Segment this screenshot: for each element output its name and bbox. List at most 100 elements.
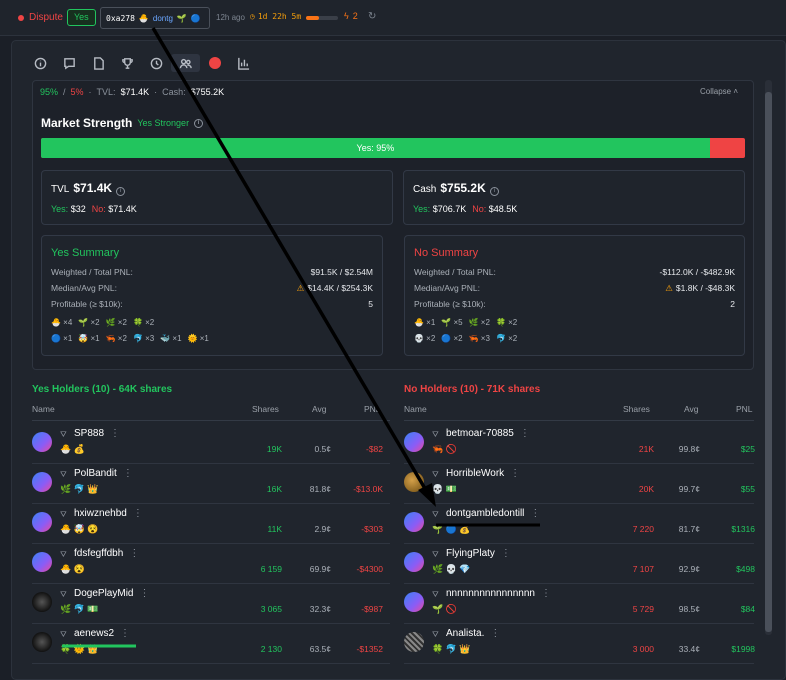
more-icon[interactable]: ⋮ — [139, 588, 149, 599]
info-icon[interactable]: i — [116, 187, 126, 196]
holder-badges: 🐣 😵 — [60, 564, 85, 574]
col-shares[interactable]: Shares — [623, 404, 650, 414]
filter-icon[interactable]: ⛛ — [432, 470, 439, 480]
more-icon[interactable]: ⋮ — [123, 468, 133, 479]
table-row[interactable]: ⛛ HorribleWork ⋮ 💀 💵 20K 99.7¢ $55 — [404, 464, 755, 504]
avatar[interactable] — [32, 592, 52, 612]
filter-icon[interactable]: ⛛ — [432, 630, 439, 640]
holder-name[interactable]: SP888 — [74, 428, 104, 439]
table-row[interactable]: ⛛ aenews2 ⋮ 🍀 🌞 👑 2 130 63.5¢ -$1352 — [32, 624, 390, 664]
proposer-name[interactable]: dontg — [153, 14, 173, 23]
col-name[interactable]: Name — [32, 404, 55, 414]
more-icon[interactable]: ⋮ — [541, 588, 551, 599]
tab-leaderboard[interactable] — [113, 54, 142, 72]
tab-history[interactable] — [142, 54, 171, 72]
filter-icon[interactable]: ⛛ — [432, 510, 439, 520]
scrollbar-thumb[interactable] — [765, 92, 772, 632]
no-summary-card: No Summary Weighted / Total PNL: -$112.0K… — [404, 235, 745, 356]
info-icon — [34, 57, 47, 69]
holder-name[interactable]: PolBandit — [74, 468, 117, 479]
table-row[interactable]: ⛛ hxiwznehbd ⋮ 🐣 🤯 😵 11K 2.9¢ -$303 — [32, 504, 390, 544]
tab-rules[interactable] — [84, 54, 113, 72]
info-icon[interactable]: i — [194, 118, 204, 128]
proposer-chip[interactable]: 0xa278 🐣 dontg 🌱 🔵 — [100, 7, 210, 29]
col-avg[interactable]: Avg — [312, 404, 327, 414]
more-icon[interactable]: ⋮ — [490, 628, 500, 639]
filter-icon[interactable]: ⛛ — [432, 590, 439, 600]
avatar[interactable] — [32, 632, 52, 652]
tab-live[interactable] — [200, 54, 229, 72]
avatar[interactable] — [32, 432, 52, 452]
filter-icon[interactable]: ⛛ — [60, 590, 67, 600]
avatar[interactable] — [404, 552, 424, 572]
table-row[interactable]: ⛛ dontgambledontill ⋮ 🌱 🔵 💰 7 220 81.7¢ $… — [404, 504, 755, 544]
holder-avg: 81.7¢ — [678, 524, 700, 534]
filter-icon[interactable]: ⛛ — [60, 510, 67, 520]
table-row[interactable]: ⛛ betmoar-70885 ⋮ 🦐 🚫 21K 99.8¢ $25 — [404, 424, 755, 464]
holder-name[interactable]: Analista. — [446, 628, 484, 639]
avatar[interactable] — [404, 512, 424, 532]
avatar[interactable] — [32, 512, 52, 532]
holder-name[interactable]: aenews2 — [74, 628, 114, 639]
collapse-button[interactable]: Collapse ˄ — [700, 87, 738, 96]
filter-icon[interactable]: ⛛ — [60, 630, 67, 640]
filter-icon[interactable]: ⛛ — [60, 470, 67, 480]
table-row[interactable]: ⛛ PolBandit ⋮ 🌿 🐬 👑 16K 81.8¢ -$13.0K — [32, 464, 390, 504]
holder-name[interactable]: hxiwznehbd — [74, 508, 127, 519]
holder-name[interactable]: dontgambledontill — [446, 508, 524, 519]
filter-icon[interactable]: ⛛ — [60, 430, 67, 440]
more-icon[interactable]: ⋮ — [110, 428, 120, 439]
table-row[interactable]: ⛛ DogePlayMid ⋮ 🌿 🐬 💵 3 065 32.3¢ -$987 — [32, 584, 390, 624]
table-row[interactable]: ⛛ SP888 ⋮ 🐣 💰 19K 0.5¢ -$82 — [32, 424, 390, 464]
holder-avg: 63.5¢ — [309, 644, 331, 654]
more-icon[interactable]: ⋮ — [501, 548, 511, 559]
table-row[interactable]: ⛛ Analista. ⋮ 🍀 🐬 👑 3 000 33.4¢ $1998 — [404, 624, 755, 664]
holder-avg: 99.7¢ — [678, 484, 700, 494]
more-icon[interactable]: ⋮ — [530, 508, 540, 519]
filter-icon[interactable]: ⛛ — [432, 430, 439, 440]
col-pnl[interactable]: PNL — [736, 404, 753, 414]
holder-shares: 19K — [266, 444, 282, 454]
table-row[interactable]: ⛛ fdsfegffdbh ⋮ 🐣 😵 6 159 69.9¢ -$4300 — [32, 544, 390, 584]
bolt-counter: ϟ 2 — [344, 11, 358, 21]
avatar[interactable] — [404, 432, 424, 452]
tab-info[interactable] — [26, 54, 55, 72]
tab-comments[interactable] — [55, 54, 84, 72]
avatar[interactable] — [404, 632, 424, 652]
avatar[interactable] — [32, 552, 52, 572]
status-badge: Dispute — [18, 12, 63, 23]
holder-name[interactable]: DogePlayMid — [74, 588, 133, 599]
scrollbar[interactable] — [765, 80, 772, 635]
more-icon[interactable]: ⋮ — [120, 628, 130, 639]
holder-avg: 98.5¢ — [678, 604, 700, 614]
tab-holders[interactable] — [171, 54, 200, 72]
avatar[interactable] — [32, 472, 52, 492]
table-row[interactable]: ⛛ FlyingPlaty ⋮ 🌿 💀 💎 7 107 92.9¢ $498 — [404, 544, 755, 584]
col-name[interactable]: Name — [404, 404, 427, 414]
info-icon[interactable]: i — [489, 187, 499, 196]
countdown-progress-fill — [306, 16, 319, 20]
filter-icon[interactable]: ⛛ — [432, 550, 439, 560]
col-pnl[interactable]: PNL — [364, 404, 381, 414]
outcome-badge: Yes — [67, 9, 96, 26]
holder-name[interactable]: HorribleWork — [446, 468, 504, 479]
more-icon[interactable]: ⋮ — [520, 428, 530, 439]
holder-name[interactable]: nnnnnnnnnnnnnnnn — [446, 588, 535, 599]
more-icon[interactable]: ⋮ — [133, 508, 143, 519]
holder-name[interactable]: betmoar-70885 — [446, 428, 514, 439]
avatar[interactable] — [404, 472, 424, 492]
more-icon[interactable]: ⋮ — [510, 468, 520, 479]
holder-name[interactable]: fdsfegffdbh — [74, 548, 123, 559]
chevron-up-icon: ˄ — [733, 87, 739, 96]
filter-icon[interactable]: ⛛ — [60, 550, 67, 560]
col-avg[interactable]: Avg — [684, 404, 699, 414]
refresh-icon[interactable]: ↻ — [368, 11, 376, 22]
holder-avg: 81.8¢ — [309, 484, 331, 494]
table-row[interactable]: ⛛ nnnnnnnnnnnnnnnn ⋮ 🌱 🚫 5 729 98.5¢ $84 — [404, 584, 755, 624]
holder-pnl: $1316 — [731, 524, 755, 534]
tab-chart[interactable] — [229, 54, 258, 72]
more-icon[interactable]: ⋮ — [129, 548, 139, 559]
avatar[interactable] — [404, 592, 424, 612]
holder-name[interactable]: FlyingPlaty — [446, 548, 495, 559]
col-shares[interactable]: Shares — [252, 404, 279, 414]
